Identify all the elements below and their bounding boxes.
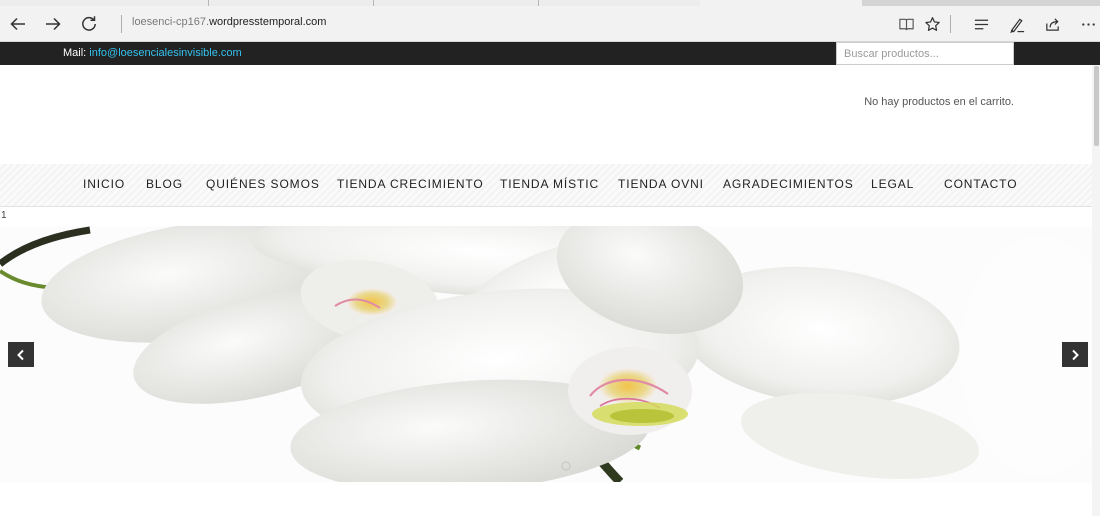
share-icon [1045, 17, 1059, 31]
browser-toolbar: loesenci-cp167.wordpresstemporal.com [0, 6, 1100, 42]
favorite-button[interactable] [917, 8, 947, 40]
toolbar-separator [950, 15, 951, 33]
more-button[interactable] [1073, 8, 1100, 40]
address-bar[interactable]: loesenci-cp167.wordpresstemporal.com [132, 16, 326, 28]
menu-item-agradecimientos[interactable]: AGRADECIMIENTOS [723, 177, 854, 191]
address-separator [121, 15, 122, 33]
menu-item-inicio[interactable]: INICIO [83, 177, 125, 191]
back-button[interactable] [1, 8, 35, 40]
more-icon [1081, 22, 1095, 26]
menu-item-tienda-crecimiento[interactable]: TIENDA CRECIMIENTO [337, 177, 484, 191]
chevron-right-icon [1072, 349, 1079, 360]
mail-label: Mail: [63, 47, 87, 59]
contact-mail: Mail: info@loesencialesinvisible.com [63, 47, 242, 59]
hero-slider[interactable] [0, 226, 1092, 482]
favorite-star-icon [924, 16, 940, 31]
main-menu: INICIO BLOG QUIÉNES SOMOS TIENDA CRECIMI… [0, 177, 1092, 193]
slide-index: 1 [1, 210, 7, 221]
web-note-button[interactable] [1002, 8, 1032, 40]
back-icon [10, 17, 25, 31]
address-prefix: loesenci-cp167. [132, 16, 210, 28]
slider-prev-button[interactable] [8, 342, 34, 367]
hub-icon [974, 19, 988, 29]
reading-view-icon [898, 18, 914, 30]
forward-button[interactable] [36, 8, 70, 40]
refresh-icon [82, 16, 96, 31]
menu-item-tienda-mistic[interactable]: TIENDA MÍSTIC [500, 177, 599, 191]
slider-next-button[interactable] [1062, 342, 1088, 367]
hub-button[interactable] [966, 8, 996, 40]
menu-item-contacto[interactable]: CONTACTO [944, 177, 1017, 191]
refresh-button[interactable] [72, 8, 106, 40]
address-domain: wordpresstemporal.com [209, 16, 327, 28]
web-note-icon [1009, 17, 1024, 33]
share-button[interactable] [1037, 8, 1067, 40]
product-search-input[interactable] [836, 42, 1014, 65]
mail-link[interactable]: info@loesencialesinvisible.com [89, 47, 241, 59]
orchid-slide-image [0, 226, 1092, 482]
chevron-left-icon [17, 349, 24, 360]
menu-item-blog[interactable]: BLOG [146, 177, 183, 191]
menu-item-quienes-somos[interactable]: QUIÉNES SOMOS [206, 177, 320, 191]
forward-icon [46, 17, 61, 31]
menu-item-legal[interactable]: LEGAL [871, 177, 914, 191]
scrollbar-thumb[interactable] [1094, 66, 1099, 146]
cart-status[interactable]: No hay productos en el carrito. [864, 96, 1014, 108]
menu-item-tienda-ovni[interactable]: TIENDA OVNI [618, 177, 704, 191]
